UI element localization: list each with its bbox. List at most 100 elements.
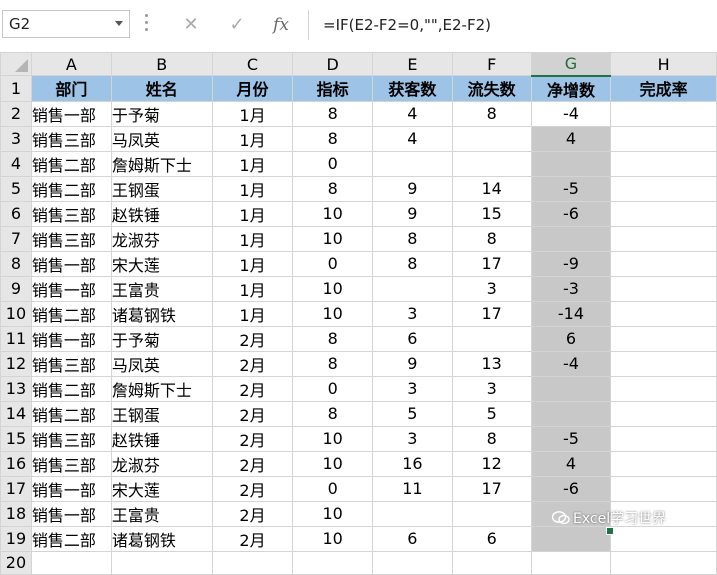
cell-f[interactable]: 8 bbox=[451, 425, 532, 452]
column-header-a[interactable]: A bbox=[30, 52, 112, 76]
row-header[interactable]: 19 bbox=[0, 525, 32, 552]
header-cell-c[interactable]: 月份 bbox=[211, 75, 294, 102]
cell-f[interactable] bbox=[451, 500, 532, 527]
cell-g[interactable]: 4 bbox=[530, 125, 612, 152]
header-cell-a[interactable]: 部门 bbox=[30, 75, 112, 102]
cell-g[interactable]: -6 bbox=[530, 475, 612, 502]
cell-e[interactable]: 9 bbox=[372, 350, 453, 377]
cell-b[interactable]: 于予菊 bbox=[110, 325, 213, 352]
row-header[interactable]: 14 bbox=[0, 400, 32, 427]
cell-f[interactable]: 17 bbox=[451, 300, 532, 327]
cell-a[interactable]: 销售一部 bbox=[30, 275, 112, 302]
cell-h[interactable] bbox=[610, 475, 717, 502]
cell-a[interactable]: 销售二部 bbox=[30, 300, 112, 327]
cell-b[interactable]: 马凤英 bbox=[110, 125, 213, 152]
cell-e[interactable]: 3 bbox=[372, 425, 453, 452]
cell-a[interactable]: 销售三部 bbox=[30, 225, 112, 252]
cell-c[interactable]: 2月 bbox=[211, 375, 294, 402]
cell-b[interactable] bbox=[110, 550, 213, 575]
cell-d[interactable]: 10 bbox=[292, 225, 373, 252]
cell-c[interactable]: 1月 bbox=[211, 100, 294, 127]
cell-c[interactable]: 1月 bbox=[211, 225, 294, 252]
row-header[interactable]: 2 bbox=[0, 100, 32, 127]
column-header-f[interactable]: F bbox=[451, 52, 532, 76]
cell-f[interactable]: 17 bbox=[451, 250, 532, 277]
cell-e[interactable]: 4 bbox=[372, 100, 453, 127]
cell-d[interactable]: 0 bbox=[292, 375, 373, 402]
column-header-d[interactable]: D bbox=[292, 52, 373, 76]
cell-h[interactable] bbox=[610, 175, 717, 202]
column-header-g[interactable]: G bbox=[530, 52, 612, 77]
cell-c[interactable]: 2月 bbox=[211, 450, 294, 477]
cell-b[interactable]: 王富贵 bbox=[110, 500, 213, 527]
row-header[interactable]: 5 bbox=[0, 175, 32, 202]
cell-g[interactable] bbox=[530, 225, 612, 252]
cell-g[interactable]: -5 bbox=[530, 425, 612, 452]
cell-g[interactable]: -3 bbox=[530, 275, 612, 302]
cell-g[interactable] bbox=[530, 400, 612, 427]
cell-f[interactable]: 8 bbox=[451, 225, 532, 252]
cell-c[interactable]: 1月 bbox=[211, 300, 294, 327]
cell-a[interactable]: 销售一部 bbox=[30, 250, 112, 277]
cell-b[interactable]: 王钢蛋 bbox=[110, 175, 213, 202]
cell-d[interactable]: 10 bbox=[292, 450, 373, 477]
cell-g[interactable]: -9 bbox=[530, 250, 612, 277]
cell-a[interactable]: 销售一部 bbox=[30, 475, 112, 502]
cell-b[interactable]: 龙淑芬 bbox=[110, 225, 213, 252]
cell-e[interactable]: 11 bbox=[372, 475, 453, 502]
row-header[interactable]: 13 bbox=[0, 375, 32, 402]
cell-c[interactable]: 1月 bbox=[211, 200, 294, 227]
row-header[interactable]: 16 bbox=[0, 450, 32, 477]
cell-d[interactable]: 8 bbox=[292, 125, 373, 152]
name-box[interactable]: G2 bbox=[2, 10, 130, 38]
cell-e[interactable] bbox=[372, 150, 453, 177]
cell-b[interactable]: 诸葛钢铁 bbox=[110, 525, 213, 552]
cell-c[interactable] bbox=[211, 550, 294, 575]
cell-d[interactable]: 10 bbox=[292, 525, 373, 552]
cell-h[interactable] bbox=[610, 250, 717, 277]
header-cell-d[interactable]: 指标 bbox=[292, 75, 373, 102]
cell-b[interactable]: 王富贵 bbox=[110, 275, 213, 302]
cell-c[interactable]: 2月 bbox=[211, 425, 294, 452]
header-cell-b[interactable]: 姓名 bbox=[110, 75, 213, 102]
cell-d[interactable]: 8 bbox=[292, 350, 373, 377]
cell-c[interactable]: 1月 bbox=[211, 250, 294, 277]
cell-c[interactable]: 1月 bbox=[211, 275, 294, 302]
cell-b[interactable]: 宋大莲 bbox=[110, 250, 213, 277]
cell-b[interactable]: 诸葛钢铁 bbox=[110, 300, 213, 327]
cell-h[interactable] bbox=[610, 150, 717, 177]
cell-h[interactable] bbox=[610, 375, 717, 402]
column-header-c[interactable]: C bbox=[211, 52, 294, 76]
cell-g[interactable]: -4 bbox=[530, 350, 612, 377]
cell-a[interactable]: 销售一部 bbox=[30, 500, 112, 527]
cell-e[interactable]: 16 bbox=[372, 450, 453, 477]
cell-g[interactable] bbox=[530, 550, 612, 575]
cell-g[interactable]: -4 bbox=[530, 100, 612, 127]
cell-e[interactable] bbox=[372, 550, 453, 575]
cell-f[interactable] bbox=[451, 125, 532, 152]
cell-c[interactable]: 2月 bbox=[211, 500, 294, 527]
cell-a[interactable]: 销售三部 bbox=[30, 425, 112, 452]
cell-b[interactable]: 赵铁锤 bbox=[110, 425, 213, 452]
row-header[interactable]: 15 bbox=[0, 425, 32, 452]
cell-e[interactable] bbox=[372, 500, 453, 527]
cell-a[interactable]: 销售二部 bbox=[30, 150, 112, 177]
cell-f[interactable]: 6 bbox=[451, 525, 532, 552]
row-header[interactable]: 1 bbox=[0, 75, 32, 102]
cell-c[interactable]: 2月 bbox=[211, 475, 294, 502]
chevron-down-icon[interactable] bbox=[115, 21, 123, 26]
cell-h[interactable] bbox=[610, 450, 717, 477]
select-all-button[interactable] bbox=[0, 52, 32, 76]
row-header[interactable]: 4 bbox=[0, 150, 32, 177]
cell-f[interactable]: 14 bbox=[451, 175, 532, 202]
cell-f[interactable]: 3 bbox=[451, 275, 532, 302]
cell-e[interactable]: 4 bbox=[372, 125, 453, 152]
cell-d[interactable]: 0 bbox=[292, 250, 373, 277]
cell-e[interactable]: 9 bbox=[372, 200, 453, 227]
row-header[interactable]: 20 bbox=[0, 550, 32, 575]
cell-g[interactable]: -14 bbox=[530, 300, 612, 327]
cell-e[interactable]: 5 bbox=[372, 400, 453, 427]
cancel-button[interactable]: ✕ bbox=[176, 12, 206, 38]
cell-d[interactable]: 10 bbox=[292, 425, 373, 452]
header-cell-g[interactable]: 净增数 bbox=[530, 75, 612, 102]
